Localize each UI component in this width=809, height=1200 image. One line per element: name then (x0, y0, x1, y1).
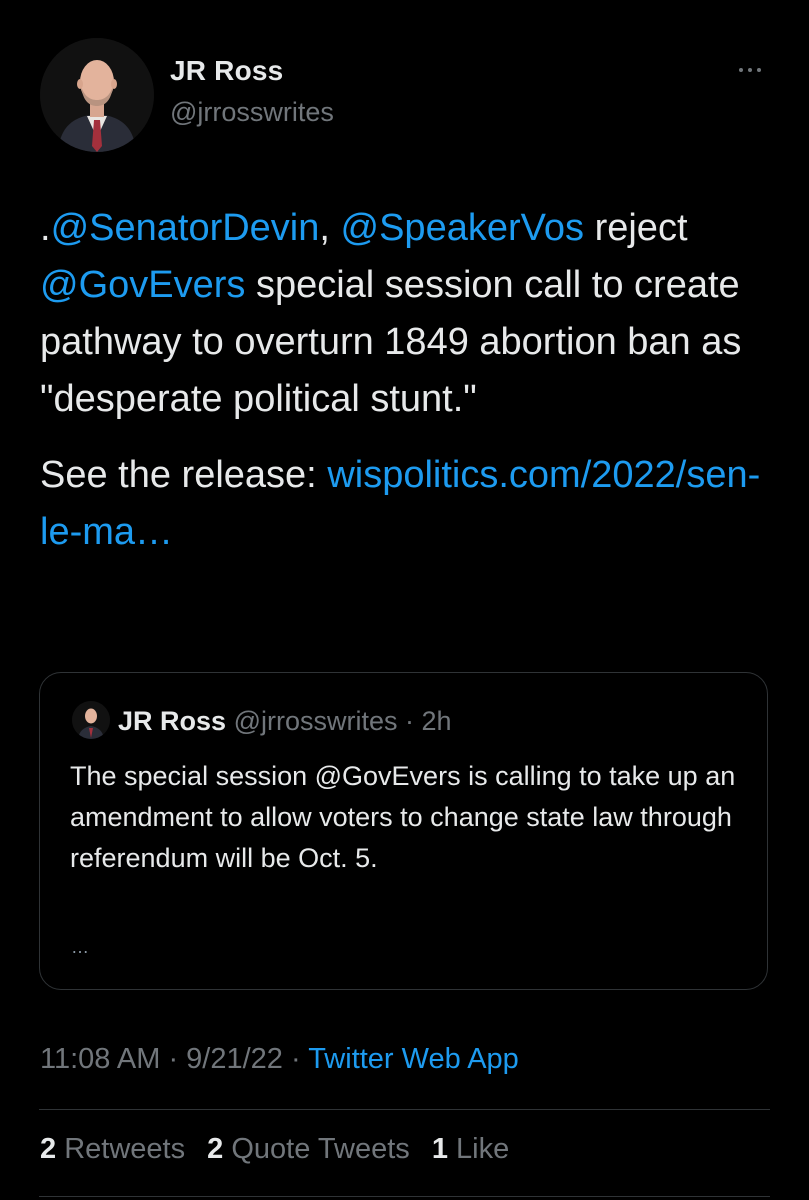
mention-senatordevin[interactable]: @SenatorDevin (51, 207, 320, 249)
likes-count: 1 (431, 1133, 448, 1165)
author-handle[interactable]: @jrrosswrites (170, 97, 334, 128)
meta-separator: · (282, 1043, 309, 1075)
author-name[interactable]: JR Ross (170, 55, 283, 87)
retweets-label: Retweets (64, 1133, 186, 1165)
tweet-detail: JR Ross @jrrosswrites .@SenatorDevin, @S… (0, 0, 809, 1200)
tweet-prefix: . (40, 207, 51, 249)
tweet-stats: 2 Retweets 2 Quote Tweets 1 Like (40, 1133, 523, 1166)
quoted-tweet-truncation: … (71, 937, 90, 957)
tweet-text-fragment: See the release: (40, 454, 328, 496)
quote-tweets-stat[interactable]: 2 Quote Tweets (207, 1133, 410, 1165)
tweet-paragraph: See the release: wispolitics.com/2022/se… (40, 447, 775, 561)
tweet-text: .@SenatorDevin, @SpeakerVos reject @GovE… (40, 200, 775, 561)
mention-speakervos[interactable]: @SpeakerVos (341, 207, 585, 249)
retweets-stat[interactable]: 2 Retweets (40, 1133, 185, 1165)
profile-photo-icon (40, 38, 154, 152)
tweet-date[interactable]: 9/21/22 (186, 1043, 283, 1075)
more-dots-icon (739, 68, 743, 72)
quoted-author-avatar[interactable] (72, 701, 110, 739)
tweet-text-fragment: reject (584, 207, 688, 249)
quoted-tweet-card[interactable]: JR Ross @jrrosswrites · 2h The special s… (39, 672, 768, 990)
tweet-source[interactable]: Twitter Web App (308, 1043, 519, 1075)
quote-tweets-count: 2 (207, 1133, 224, 1165)
divider (39, 1109, 770, 1110)
quoted-author-handle[interactable]: @jrrosswrites (234, 706, 398, 736)
more-dot (757, 68, 761, 72)
more-dot (748, 68, 752, 72)
quoted-tweet-header: JR Ross @jrrosswrites · 2h (118, 706, 452, 737)
likes-stat[interactable]: 1 Like (432, 1133, 509, 1165)
quoted-tweet-text: The special session @GovEvers is calling… (70, 761, 736, 873)
likes-label: Like (456, 1133, 510, 1165)
tweet-separator: , (319, 207, 341, 249)
retweets-count: 2 (40, 1133, 57, 1165)
mention-govevers[interactable]: @GovEvers (40, 264, 245, 306)
quoted-separator: · (397, 706, 422, 736)
tweet-time[interactable]: 11:08 AM (40, 1043, 160, 1075)
quote-tweets-label: Quote Tweets (231, 1133, 410, 1165)
divider (39, 1196, 770, 1197)
more-options-button[interactable] (730, 58, 770, 82)
quoted-timestamp[interactable]: 2h (421, 706, 451, 736)
tweet-paragraph: .@SenatorDevin, @SpeakerVos reject @GovE… (40, 200, 775, 428)
quoted-author-name[interactable]: JR Ross (118, 706, 226, 736)
tweet-meta: 11:08 AM · 9/21/22 · Twitter Web App (40, 1043, 519, 1076)
profile-photo-icon (72, 701, 110, 739)
meta-separator: · (160, 1043, 187, 1075)
author-avatar[interactable] (40, 38, 154, 152)
